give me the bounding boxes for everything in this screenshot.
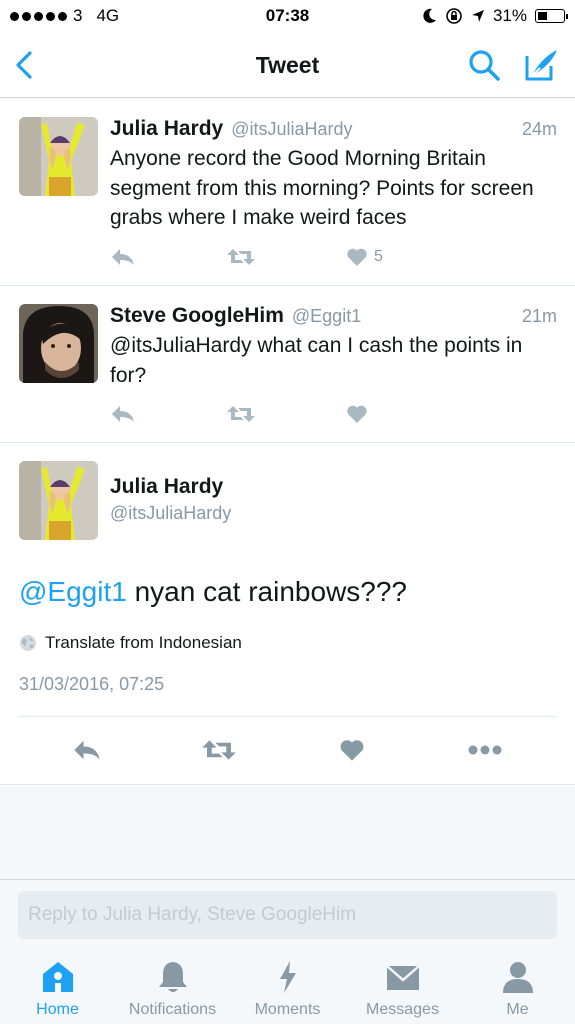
person-icon (500, 959, 536, 995)
reply-button[interactable] (110, 245, 136, 269)
tab-bar: Home Notifications Moments Messages Me (0, 949, 575, 1024)
tab-label: Moments (254, 1001, 321, 1018)
envelope-icon (385, 959, 421, 995)
empty-area (0, 786, 575, 879)
battery-icon (535, 9, 568, 23)
bell-icon (155, 959, 191, 995)
tweet-text: @itsJuliaHardy what can I cash the point… (110, 334, 523, 387)
tab-label: Notifications (128, 1001, 217, 1018)
tweet-body: nyan cat rainbows??? (126, 576, 408, 607)
retweet-button[interactable] (226, 402, 256, 426)
reply-icon (112, 406, 134, 422)
like-button[interactable] (339, 735, 365, 765)
tweet-actions: 5 (110, 245, 410, 269)
battery-percent: 31% (492, 6, 527, 25)
tweet-header: Steve GoogleHim @Eggit1 21m (110, 304, 557, 328)
divider (19, 716, 556, 717)
nav-bar: Tweet (0, 34, 575, 98)
avatar[interactable] (19, 461, 98, 540)
tab-notifications[interactable]: Notifications (115, 959, 230, 1019)
tab-label: Me (506, 1001, 529, 1018)
translate-label: Translate from Indonesian (45, 633, 242, 652)
tab-label: Home (36, 1001, 79, 1018)
author-handle[interactable]: @Eggit1 (292, 306, 361, 327)
tab-moments[interactable]: Moments (230, 959, 345, 1019)
author-name[interactable]: Steve GoogleHim (110, 304, 284, 328)
reply-button[interactable] (72, 735, 102, 765)
search-button[interactable] (467, 48, 503, 84)
author-handle[interactable]: @itsJuliaHardy (110, 503, 231, 524)
tab-messages[interactable]: Messages (345, 959, 460, 1019)
globe-icon (20, 635, 36, 651)
compose-button[interactable] (523, 46, 561, 84)
retweet-icon (227, 406, 255, 422)
rotation-lock-icon (446, 8, 462, 24)
tweet-item[interactable]: Steve GoogleHim @Eggit1 21m @itsJuliaHar… (0, 286, 575, 443)
reply-button[interactable] (110, 402, 136, 426)
home-icon (40, 959, 76, 995)
tweet-actions (0, 735, 575, 765)
status-right-group: 31% (423, 6, 568, 26)
heart-icon (347, 248, 367, 266)
retweet-button[interactable] (226, 245, 256, 269)
focused-tweet: Julia Hardy @itsJuliaHardy @Eggit1 nyan … (0, 443, 575, 785)
avatar-image (19, 304, 98, 383)
author-name[interactable]: Julia Hardy (110, 117, 223, 141)
mention-link[interactable]: @Eggit1 (19, 576, 127, 607)
tweet-header: Julia Hardy @itsJuliaHardy 24m (110, 117, 557, 141)
lightning-icon (270, 959, 306, 995)
like-button[interactable] (346, 402, 368, 426)
back-button[interactable] (12, 48, 40, 82)
tab-label: Messages (366, 1001, 439, 1018)
more-dots-icon (468, 745, 502, 755)
author-name[interactable]: Julia Hardy (110, 475, 223, 499)
reply-icon (74, 740, 100, 760)
heart-icon (347, 405, 367, 423)
retweet-button[interactable] (201, 735, 237, 765)
tweet-item[interactable]: Julia Hardy @itsJuliaHardy 24m Anyone re… (0, 99, 575, 286)
tweet-timestamp: 31/03/2016, 07:25 (19, 674, 165, 694)
reply-icon (112, 249, 134, 265)
retweet-icon (202, 740, 236, 760)
retweet-icon (227, 249, 255, 265)
author-handle[interactable]: @itsJuliaHardy (231, 119, 352, 140)
tweet-time: 24m (521, 119, 557, 139)
reply-bar (0, 879, 575, 949)
heart-icon (340, 740, 364, 761)
moon-icon (423, 8, 436, 23)
tab-me[interactable]: Me (460, 959, 575, 1019)
tab-home[interactable]: Home (0, 959, 115, 1019)
tweet-text: @Eggit1 nyan cat rainbows??? (19, 576, 407, 608)
like-button[interactable]: 5 (346, 245, 383, 269)
location-arrow-icon (471, 10, 484, 22)
status-bar: 3 4G 07:38 31% (0, 0, 575, 34)
avatar[interactable] (19, 117, 98, 196)
compose-icon (525, 50, 557, 81)
search-icon (469, 50, 500, 81)
reply-input[interactable] (18, 891, 557, 939)
chevron-left-icon (16, 51, 32, 79)
more-button[interactable] (468, 735, 502, 765)
avatar-image (19, 117, 98, 196)
translate-link[interactable]: Translate from Indonesian (19, 633, 242, 653)
tweet-text: Anyone record the Good Morning Britain s… (110, 147, 534, 229)
battery-fill (538, 12, 547, 20)
tweet-actions (110, 402, 410, 426)
tweet-time: 21m (521, 306, 557, 326)
avatar-image (19, 461, 98, 540)
like-count: 5 (374, 248, 383, 265)
avatar[interactable] (19, 304, 98, 383)
